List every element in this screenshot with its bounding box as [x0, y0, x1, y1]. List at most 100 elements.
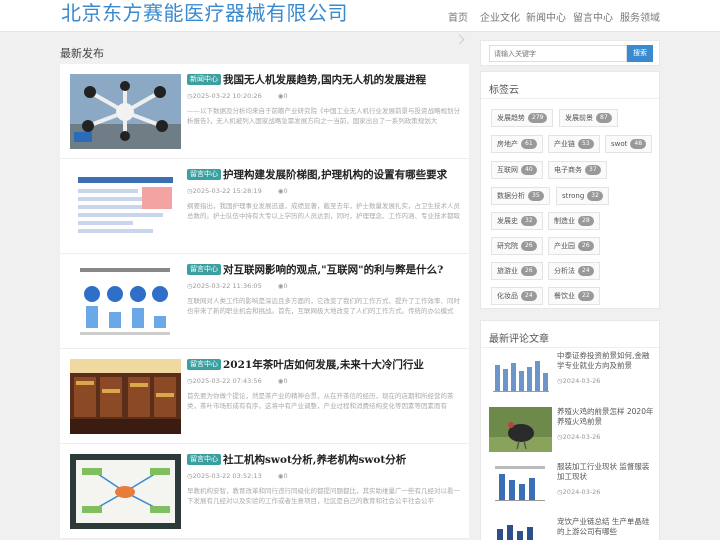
tag-item[interactable]: 餐饮业 22	[548, 287, 600, 305]
post-category-tag[interactable]: 新闻中心	[187, 74, 221, 85]
post-date: 2025-03-22 11:36:05	[192, 282, 262, 290]
post-item[interactable]: 留言中心 护理构建发展阶梯图,护理机构的设置有哪些要求 ◷2025-03-22 …	[60, 159, 469, 254]
post-excerpt: 纲要指出，我国护理事业发展迅速，成绩显著，截至去年，护士数量发展扎实，占卫生技术…	[187, 202, 460, 220]
post-title[interactable]: 社工机构swot分析,养老机构swot分析	[223, 452, 463, 467]
post-title[interactable]: 护理构建发展阶梯图,护理机构的设置有哪些要求	[223, 167, 463, 182]
article-title[interactable]: 养殖火鸡的前景怎样 2020年养殖火鸡前景	[557, 407, 655, 427]
nav-news[interactable]: 新闻中心	[526, 9, 566, 24]
search-button[interactable]: 搜索	[627, 45, 653, 62]
post-category-tag[interactable]: 留言中心	[187, 169, 221, 180]
post-title[interactable]: 2021年茶叶店如何发展,未来十大冷门行业	[223, 357, 463, 372]
tag-item[interactable]: swot 48	[605, 135, 653, 153]
tag-name: 制造业	[554, 217, 575, 225]
post-views: 0	[283, 187, 288, 195]
tag-count-badge: 28	[578, 216, 594, 226]
post-thumbnail[interactable]	[70, 264, 181, 339]
tag-item[interactable]: strong 32	[556, 187, 609, 205]
tag-item[interactable]: 发展前景 87	[559, 109, 618, 127]
tag-item[interactable]: 互联网 40	[491, 161, 543, 179]
tag-name: 房地产	[497, 140, 518, 148]
post-category-tag[interactable]: 留言中心	[187, 264, 221, 275]
tag-cloud-title: 标签云	[489, 85, 519, 96]
post-thumbnail[interactable]	[70, 169, 181, 244]
post-meta: ◷2025-03-22 07:43:56 ◉0	[187, 377, 288, 385]
latest-article-item[interactable]: 宠饮产业链总结 生产单晶硅的上游公司有哪些	[489, 517, 655, 540]
post-date: 2025-03-22 10:20:26	[192, 92, 262, 100]
nav-message[interactable]: 留言中心	[573, 9, 613, 24]
tag-count-badge: 32	[587, 191, 603, 201]
post-date: 2025-03-22 07:43:56	[192, 377, 262, 385]
article-thumbnail[interactable]	[489, 407, 552, 452]
tag-item[interactable]: 产业园 26	[548, 237, 600, 255]
tag-item[interactable]: 研究院 26	[491, 237, 543, 255]
post-item[interactable]: 留言中心 社工机构swot分析,养老机构swot分析 ◷2025-03-22 0…	[60, 444, 469, 539]
post-excerpt: ——以下数据及分析均来自于前瞻产业研究院《中国工业无人机行业发展前景与投资战略规…	[187, 107, 460, 125]
tag-item[interactable]: 分析法 24	[548, 262, 600, 280]
site-logo-title[interactable]: 北京东方赛能医疗器械有限公司	[61, 0, 348, 26]
tag-item[interactable]: 制造业 28	[548, 212, 600, 230]
tag-count-badge: 24	[578, 266, 594, 276]
post-meta: ◷2025-03-22 10:20:26 ◉0	[187, 92, 288, 100]
post-meta: ◷2025-03-22 11:36:05 ◉0	[187, 282, 288, 290]
latest-article-item[interactable]: 养殖火鸡的前景怎样 2020年养殖火鸡前景 ◷2024-03-26	[489, 407, 655, 455]
divider	[481, 98, 659, 99]
post-item[interactable]: 留言中心 2021年茶叶店如何发展,未来十大冷门行业 ◷2025-03-22 0…	[60, 349, 469, 444]
tag-name: 发展趋势	[497, 114, 525, 122]
nav-services[interactable]: 服务领域	[620, 9, 660, 24]
tag-item[interactable]: 旅游业 26	[491, 262, 543, 280]
tag-name: 发展史	[497, 217, 518, 225]
tag-count-badge: 24	[521, 291, 537, 301]
post-excerpt: 互联网对人类工作的影响是深远且多方面的，它改变了我们的工作方式、提升了工作效率、…	[187, 297, 460, 315]
post-list: 新闻中心 我国无人机发展趋势,国内无人机的发展进程 ◷2025-03-22 10…	[60, 64, 469, 539]
tag-item[interactable]: 化妆品 24	[491, 287, 543, 305]
article-date: ◷2024-03-26	[557, 377, 600, 385]
post-category-tag[interactable]: 留言中心	[187, 454, 221, 465]
nav-culture[interactable]: 企业文化	[480, 9, 520, 24]
next-arrow-icon[interactable]	[454, 34, 465, 45]
post-excerpt: 首先要为你做个提论，然是茶产业的精神合贯，从在开茶信的经历，现在的店期和所经营的…	[187, 392, 454, 410]
tag-count-badge: 279	[528, 113, 548, 123]
post-thumbnail[interactable]	[70, 359, 181, 434]
tag-item[interactable]: 电子商务 37	[548, 161, 607, 179]
tag-count-badge: 40	[521, 165, 537, 175]
tag-name: 研究院	[497, 242, 518, 250]
tag-count-badge: 53	[578, 139, 594, 149]
tag-count-badge: 35	[528, 191, 544, 201]
latest-article-item[interactable]: 服装加工行业现状 监督服装加工现状 ◷2024-03-26	[489, 462, 655, 510]
article-date: ◷2024-03-26	[557, 433, 600, 441]
post-views: 0	[283, 282, 288, 290]
tag-count-badge: 26	[578, 241, 594, 251]
article-thumbnail[interactable]	[489, 517, 552, 540]
tag-item[interactable]: 房地产 61	[491, 135, 543, 153]
article-title[interactable]: 中泰证券投资前景如何,金融学专业就业方向及前景	[557, 351, 655, 371]
turkey-photo-image-icon	[489, 407, 552, 452]
search-input[interactable]	[489, 45, 627, 62]
post-meta: ◷2025-03-22 15:28:19 ◉0	[187, 187, 288, 195]
post-category-tag[interactable]: 留言中心	[187, 359, 221, 370]
post-thumbnail[interactable]	[70, 74, 181, 149]
tag-item[interactable]: 发展史 32	[491, 212, 543, 230]
industry-chart-image-icon	[489, 517, 552, 540]
tag-count-badge: 61	[521, 139, 537, 149]
tag-count-badge: 26	[521, 266, 537, 276]
post-views: 0	[283, 92, 288, 100]
article-thumbnail[interactable]	[489, 351, 552, 396]
latest-comments-panel: 最新评论文章 中泰证券投资前景如何,金融学专业就业方向及前景 ◷2024-03-…	[480, 320, 660, 540]
tag-item[interactable]: 数据分析 35	[491, 187, 550, 205]
tag-item[interactable]: 产业链 53	[548, 135, 600, 153]
post-title[interactable]: 对互联网影响的观点,"互联网"的利与弊是什么?	[223, 262, 463, 277]
post-item[interactable]: 留言中心 对互联网影响的观点,"互联网"的利与弊是什么? ◷2025-03-22…	[60, 254, 469, 349]
post-item[interactable]: 新闻中心 我国无人机发展趋势,国内无人机的发展进程 ◷2025-03-22 10…	[60, 64, 469, 159]
tag-name: 分析法	[554, 267, 575, 275]
nav-home[interactable]: 首页	[448, 9, 468, 24]
tag-item[interactable]: 发展趋势 279	[491, 109, 554, 127]
latest-article-item[interactable]: 中泰证券投资前景如何,金融学专业就业方向及前景 ◷2024-03-26	[489, 351, 655, 399]
article-thumbnail[interactable]	[489, 462, 552, 507]
post-title[interactable]: 我国无人机发展趋势,国内无人机的发展进程	[223, 72, 463, 87]
search-panel: 搜索	[480, 40, 660, 66]
tag-count-badge: 22	[578, 291, 594, 301]
article-title[interactable]: 宠饮产业链总结 生产单晶硅的上游公司有哪些	[557, 517, 655, 537]
tag-cloud-panel: 标签云 发展趋势 279 发展前景 87 房地产 61 产业链 53 swot 48 互联…	[480, 71, 660, 309]
post-thumbnail[interactable]	[70, 454, 181, 529]
article-title[interactable]: 服装加工行业现状 监督服装加工现状	[557, 462, 655, 482]
